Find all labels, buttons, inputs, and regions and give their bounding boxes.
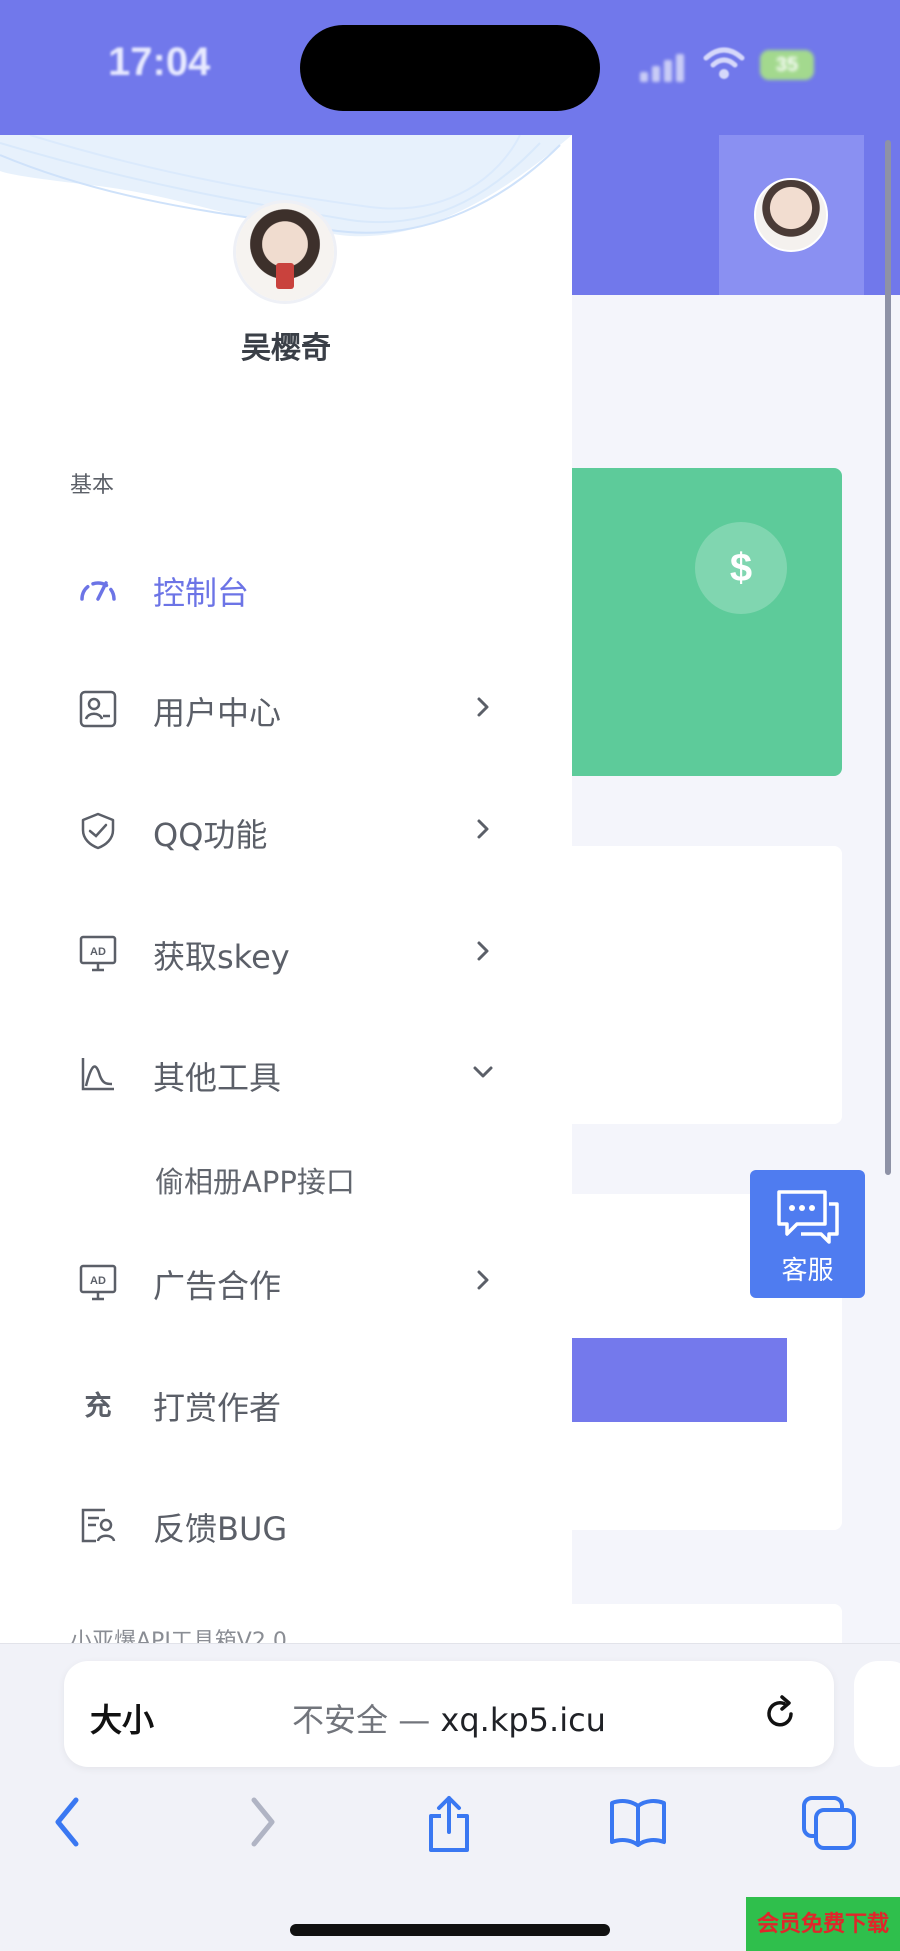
tabs-icon[interactable] xyxy=(800,1794,860,1850)
submenu-item-photo-album-api[interactable]: 偷相册APP接口 xyxy=(155,1159,355,1201)
chevron-right-icon xyxy=(477,819,489,839)
status-bar: 17:04 35 xyxy=(0,0,900,135)
user-card-icon xyxy=(79,690,117,728)
menu-item-other-tools[interactable]: 其他工具 xyxy=(0,1033,572,1113)
chevron-down-icon xyxy=(473,1066,493,1078)
drawer-footer-text: 小亚爆API工具箱V2.0 xyxy=(70,1629,287,1643)
dashboard-gauge-icon xyxy=(80,581,116,601)
customer-service-label: 客服 xyxy=(781,1256,834,1286)
bookmarks-book-icon[interactable] xyxy=(608,1794,668,1850)
customer-service-button[interactable]: 客服 xyxy=(750,1170,865,1298)
menu-item-label: 其他工具 xyxy=(153,1059,282,1097)
recharge-icon: 充 xyxy=(85,1390,112,1422)
watermark-badge: 会员免费下载 xyxy=(746,1897,900,1951)
forward-arrow-icon[interactable] xyxy=(242,1794,282,1850)
address-bar[interactable]: 大小 不安全 — xq.kp5.icu xyxy=(64,1661,834,1767)
url-display[interactable]: 不安全 — xq.kp5.icu xyxy=(64,1695,834,1741)
shield-check-icon xyxy=(81,812,115,850)
battery-level: 35 xyxy=(775,54,799,76)
url-security-label: 不安全 — xyxy=(292,1701,441,1739)
next-tab-preview[interactable] xyxy=(854,1661,900,1767)
cellular-signal-icon xyxy=(640,52,690,82)
menu-item-tip-author[interactable]: 充 打赏作者 xyxy=(0,1363,572,1443)
user-avatar[interactable] xyxy=(236,203,334,301)
svg-text:AD: AD xyxy=(90,1275,106,1287)
menu-item-get-skey[interactable]: AD 获取skey xyxy=(0,912,572,992)
menu-item-user-center[interactable]: 用户中心 xyxy=(0,668,572,748)
menu-item-label: 反馈BUG xyxy=(153,1510,288,1548)
menu-item-label: 广告合作 xyxy=(153,1267,282,1305)
menu-item-label: 打赏作者 xyxy=(153,1389,282,1427)
menu-item-report-bug[interactable]: 反馈BUG xyxy=(0,1484,572,1564)
url-domain: xq.kp5.icu xyxy=(440,1701,606,1739)
menu-item-label: 控制台 xyxy=(153,574,250,612)
header-avatar[interactable] xyxy=(754,178,828,252)
ad-board-icon: AD xyxy=(79,1264,117,1301)
card-action-button[interactable] xyxy=(540,1338,787,1422)
menu-item-ad-cooperation[interactable]: AD 广告合作 xyxy=(0,1241,572,1321)
chevron-right-icon xyxy=(477,1270,489,1290)
battery-icon: 35 xyxy=(760,50,814,80)
menu-item-label: 用户中心 xyxy=(153,694,282,732)
user-name: 吴樱奇 xyxy=(241,331,331,366)
chat-bubbles-icon xyxy=(776,1190,839,1244)
dollar-icon: $ xyxy=(695,522,787,614)
menu-item-label: QQ功能 xyxy=(153,816,268,854)
chevron-right-icon xyxy=(477,941,489,961)
home-indicator[interactable] xyxy=(290,1924,610,1936)
svg-text:充: 充 xyxy=(85,1390,112,1422)
browser-toolbar: 大小 不安全 — xq.kp5.icu 会员免费下载 xyxy=(0,1643,900,1951)
status-time: 17:04 xyxy=(108,40,211,84)
dynamic-island xyxy=(300,25,600,111)
side-drawer: 吴樱奇 基本 控制台 用户中心 QQ功能 AD 获取skey 其他工具 偷相册A… xyxy=(0,135,572,1643)
menu-item-dashboard[interactable]: 控制台 xyxy=(0,548,572,628)
section-label-basic: 基本 xyxy=(70,473,115,498)
share-icon[interactable] xyxy=(424,1794,474,1854)
back-arrow-icon[interactable] xyxy=(48,1794,88,1850)
menu-item-label: 获取skey xyxy=(153,938,290,976)
wifi-icon xyxy=(703,47,745,79)
feedback-form-icon xyxy=(81,1508,116,1543)
ad-board-icon: AD xyxy=(79,935,117,972)
reload-icon[interactable] xyxy=(760,1694,800,1734)
menu-item-qq-functions[interactable]: QQ功能 xyxy=(0,790,572,870)
svg-text:AD: AD xyxy=(90,946,106,958)
page-scrollbar[interactable] xyxy=(885,140,891,1175)
chevron-right-icon xyxy=(477,697,489,717)
chart-curve-icon xyxy=(81,1058,114,1091)
